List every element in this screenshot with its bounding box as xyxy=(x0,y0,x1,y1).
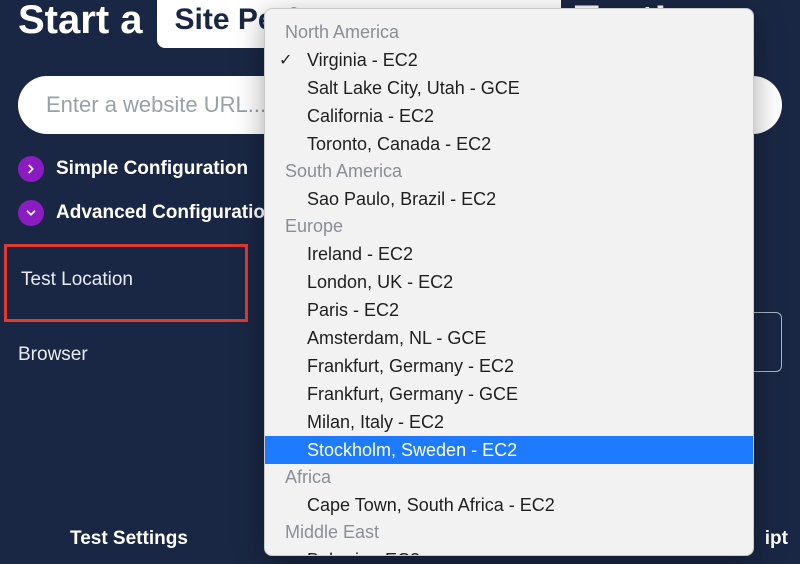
simple-config-label: Simple Configuration xyxy=(56,158,248,180)
location-option[interactable]: ✓ Virginia - EC2 xyxy=(265,46,753,74)
location-option[interactable]: Salt Lake City, Utah - GCE xyxy=(265,74,753,102)
location-option-label: Bahrain - EC2 xyxy=(307,550,420,556)
location-option-label: Amsterdam, NL - GCE xyxy=(307,328,486,348)
location-dropdown-menu[interactable]: North America ✓ Virginia - EC2 Salt Lake Ci… xyxy=(264,8,754,556)
test-location-highlight: Test Location xyxy=(4,244,248,322)
location-option[interactable]: Stockholm, Sweden - EC2 xyxy=(265,436,753,464)
heading-prefix: Start a xyxy=(18,0,143,43)
advanced-config-label: Advanced Configuration xyxy=(56,202,277,224)
location-option-label: Stockholm, Sweden - EC2 xyxy=(307,440,517,460)
location-option-label: Salt Lake City, Utah - GCE xyxy=(307,78,520,98)
location-group-label: Africa xyxy=(265,464,753,491)
location-option[interactable]: Milan, Italy - EC2 xyxy=(265,408,753,436)
location-option-label: Milan, Italy - EC2 xyxy=(307,412,444,432)
location-option[interactable]: Frankfurt, Germany - EC2 xyxy=(265,352,753,380)
location-option[interactable]: Bahrain - EC2 xyxy=(265,546,753,555)
location-option-label: Paris - EC2 xyxy=(307,300,399,320)
location-option-label: Frankfurt, Germany - EC2 xyxy=(307,356,514,376)
url-input-placeholder: Enter a website URL... xyxy=(46,92,266,118)
location-option-label: Cape Town, South Africa - EC2 xyxy=(307,495,555,515)
location-option-label: Frankfurt, Germany - GCE xyxy=(307,384,518,404)
tab-test-settings[interactable]: Test Settings xyxy=(70,528,188,550)
location-option[interactable]: Cape Town, South Africa - EC2 xyxy=(265,491,753,519)
location-option-label: Toronto, Canada - EC2 xyxy=(307,134,491,154)
location-option[interactable]: Frankfurt, Germany - GCE xyxy=(265,380,753,408)
location-option[interactable]: California - EC2 xyxy=(265,102,753,130)
location-option[interactable]: Toronto, Canada - EC2 xyxy=(265,130,753,158)
check-icon: ✓ xyxy=(279,50,292,70)
location-option[interactable]: Amsterdam, NL - GCE xyxy=(265,324,753,352)
location-option-label: California - EC2 xyxy=(307,106,434,126)
location-option-label: London, UK - EC2 xyxy=(307,272,453,292)
location-group-label: North America xyxy=(265,19,753,46)
location-option-label: Sao Paulo, Brazil - EC2 xyxy=(307,189,496,209)
location-option[interactable]: London, UK - EC2 xyxy=(265,268,753,296)
chevron-right-icon xyxy=(18,156,44,182)
location-group-label: South America xyxy=(265,158,753,185)
location-option-label: Ireland - EC2 xyxy=(307,244,413,264)
location-option-label: Virginia - EC2 xyxy=(307,50,418,70)
tab-right-partial[interactable]: ipt xyxy=(765,528,788,550)
location-group-label: Middle East xyxy=(265,519,753,546)
location-option[interactable]: Sao Paulo, Brazil - EC2 xyxy=(265,185,753,213)
test-location-label: Test Location xyxy=(7,247,245,319)
chevron-down-icon xyxy=(18,200,44,226)
location-option[interactable]: Paris - EC2 xyxy=(265,296,753,324)
location-option[interactable]: Ireland - EC2 xyxy=(265,240,753,268)
location-group-label: Europe xyxy=(265,213,753,240)
